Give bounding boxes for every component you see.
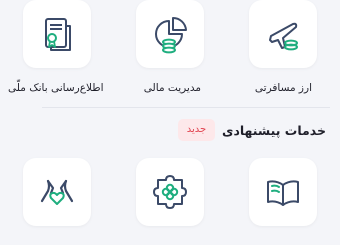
section-divider [42, 107, 330, 108]
tile-financial-management[interactable] [136, 0, 204, 68]
tile-suggested-puzzle-label: ... [191, 240, 201, 245]
tile-bank-melli-notifications-label: اطلاع‌رسانی بانک ملّی [8, 82, 104, 94]
tile-suggested-book-label: ... [302, 240, 312, 245]
hands-heart-icon [40, 179, 74, 205]
airplane-coins-icon [269, 22, 298, 51]
document-badge-icon [45, 18, 71, 51]
tile-suggested-book[interactable] [249, 158, 317, 226]
tile-suggested-care-label: ... [30, 240, 40, 245]
tile-travel-currency-label: ارز مسافرتی [254, 82, 312, 94]
tile-financial-management-label: مدیریت مالی [143, 82, 201, 94]
tile-travel-currency[interactable] [249, 0, 317, 68]
puzzle-clover-icon [153, 175, 187, 209]
tile-suggested-care[interactable] [23, 158, 91, 226]
tile-bank-melli-notifications[interactable] [23, 0, 91, 68]
open-book-icon [267, 180, 299, 206]
new-badge: جدید [178, 119, 215, 141]
section-title: خدمات پیشنهادی [221, 123, 326, 138]
pie-chart-coins-icon [155, 16, 187, 54]
tile-suggested-puzzle[interactable] [136, 158, 204, 226]
